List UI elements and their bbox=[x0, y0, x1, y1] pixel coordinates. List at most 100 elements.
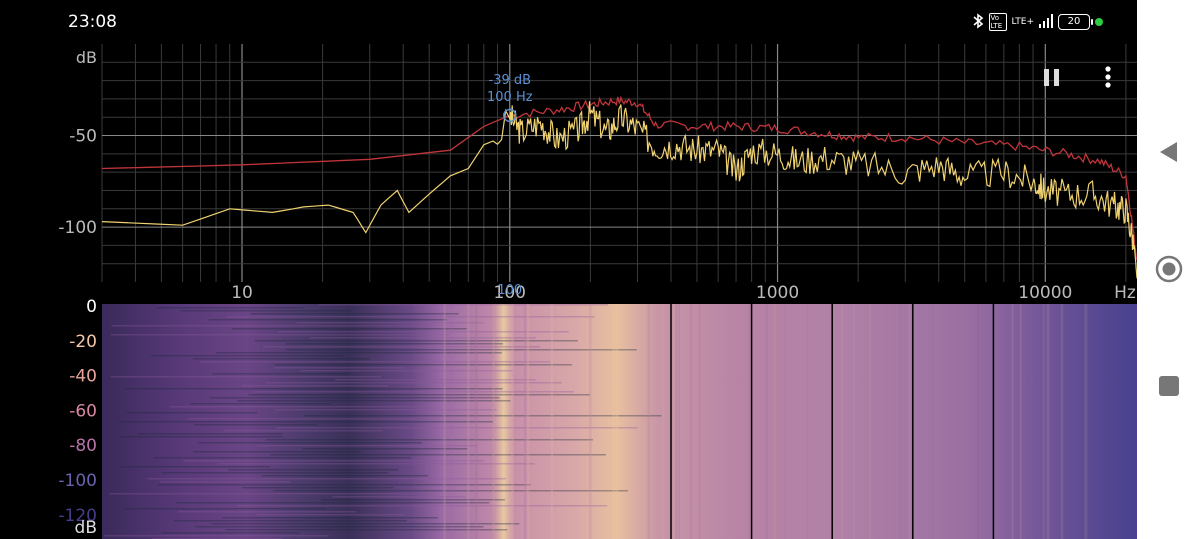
recents-square-icon bbox=[1159, 376, 1179, 396]
texture-streak bbox=[159, 481, 291, 483]
texture-streak bbox=[225, 529, 508, 531]
texture-streak bbox=[319, 304, 609, 306]
texture-streak bbox=[198, 442, 422, 444]
back-button[interactable] bbox=[1153, 136, 1185, 168]
texture-streak bbox=[103, 535, 329, 537]
texture-streak bbox=[265, 439, 593, 441]
texture-column bbox=[841, 304, 843, 539]
analyzer-canvas[interactable]: dB-50-10010 100 1000 10000 Hz-39 dB100 Hz100… bbox=[0, 0, 1137, 539]
texture-streak bbox=[176, 502, 490, 504]
texture-streak bbox=[286, 349, 637, 351]
texture-streak bbox=[188, 418, 418, 420]
spectrogram-y-unit-label: dB bbox=[75, 518, 97, 538]
spectrum-x-tick: 10000 bbox=[1018, 283, 1072, 303]
texture-streak bbox=[111, 325, 435, 327]
texture-streak bbox=[151, 355, 344, 357]
peak-db-label: -39 dB bbox=[489, 73, 532, 88]
texture-column bbox=[467, 304, 470, 539]
texture-column bbox=[675, 304, 678, 539]
peak-hz-label: 100 Hz bbox=[487, 90, 533, 105]
texture-column bbox=[1019, 304, 1022, 539]
cursor-frequency-label: 100 bbox=[497, 283, 522, 298]
pause-icon bbox=[1044, 69, 1059, 86]
texture-column bbox=[1042, 304, 1045, 539]
texture-streak bbox=[309, 337, 536, 339]
spectrogram-y-tick: -20 bbox=[69, 332, 97, 352]
texture-streak bbox=[250, 313, 459, 315]
texture-column bbox=[1049, 304, 1053, 539]
texture-streak bbox=[193, 451, 361, 453]
texture-column bbox=[678, 304, 680, 539]
texture-streak bbox=[161, 472, 388, 474]
texture-column bbox=[977, 304, 980, 539]
recents-button[interactable] bbox=[1153, 370, 1185, 402]
texture-column bbox=[1084, 304, 1088, 539]
texture-column bbox=[511, 304, 514, 539]
texture-streak bbox=[124, 388, 503, 390]
texture-column bbox=[698, 304, 701, 539]
texture-streak bbox=[161, 532, 300, 534]
texture-column bbox=[475, 304, 478, 539]
texture-streak bbox=[111, 334, 449, 336]
spectrogram-y-tick: -60 bbox=[69, 401, 97, 421]
texture-column bbox=[672, 304, 675, 539]
texture-streak bbox=[300, 370, 514, 372]
texture-streak bbox=[124, 508, 327, 510]
spectrum-x-tick: 1000 bbox=[756, 283, 799, 303]
texture-column bbox=[1006, 304, 1009, 539]
texture-streak bbox=[109, 493, 423, 495]
texture-streak bbox=[173, 520, 407, 522]
pause-button[interactable] bbox=[1038, 62, 1066, 92]
spectrogram-y-tick: -80 bbox=[69, 436, 97, 456]
texture-streak bbox=[226, 316, 595, 318]
texture-column bbox=[612, 304, 616, 539]
texture-streak bbox=[200, 361, 551, 363]
texture-streak bbox=[231, 328, 467, 330]
texture-column bbox=[908, 304, 911, 539]
texture-streak bbox=[304, 415, 662, 417]
texture-column bbox=[748, 304, 751, 539]
texture-streak bbox=[117, 421, 494, 423]
spectrum-plot-area bbox=[102, 44, 1137, 282]
texture-streak bbox=[242, 385, 389, 387]
texture-streak bbox=[272, 490, 629, 492]
texture-streak bbox=[195, 526, 484, 528]
spectrogram-y-tick: -40 bbox=[69, 367, 97, 387]
texture-column bbox=[523, 304, 526, 539]
texture-streak bbox=[254, 340, 578, 342]
texture-streak bbox=[302, 448, 468, 450]
texture-streak bbox=[263, 346, 540, 348]
texture-column bbox=[526, 304, 530, 539]
home-button[interactable] bbox=[1153, 253, 1185, 285]
more-menu-button[interactable] bbox=[1096, 62, 1120, 92]
texture-streak bbox=[120, 466, 270, 468]
texture-streak bbox=[156, 307, 304, 309]
texture-streak bbox=[177, 511, 356, 513]
texture-streak bbox=[215, 352, 502, 354]
spectrum-y-unit-label: dB bbox=[76, 48, 97, 67]
texture-streak bbox=[138, 433, 283, 435]
texture-streak bbox=[261, 475, 428, 477]
spectrum-y-tick: -50 bbox=[69, 127, 97, 147]
texture-streak bbox=[256, 514, 404, 516]
texture-streak bbox=[180, 310, 352, 312]
texture-column bbox=[492, 304, 495, 539]
texture-column bbox=[689, 304, 692, 539]
texture-streak bbox=[335, 379, 536, 381]
texture-column bbox=[615, 304, 619, 539]
texture-streak bbox=[248, 394, 591, 396]
texture-column bbox=[784, 304, 786, 539]
texture-streak bbox=[222, 517, 438, 519]
texture-streak bbox=[153, 457, 412, 459]
texture-streak bbox=[224, 430, 384, 432]
texture-column bbox=[443, 304, 446, 539]
spectrogram-y-tick: 0 bbox=[86, 297, 97, 317]
texture-streak bbox=[274, 409, 497, 411]
texture-streak bbox=[126, 412, 258, 414]
texture-streak bbox=[227, 469, 398, 471]
spectrum-y-tick: -100 bbox=[58, 218, 97, 238]
texture-streak bbox=[192, 358, 371, 360]
navigation-bar bbox=[1137, 0, 1200, 539]
spectrogram-y-tick: -100 bbox=[58, 471, 97, 491]
texture-column bbox=[807, 304, 809, 539]
